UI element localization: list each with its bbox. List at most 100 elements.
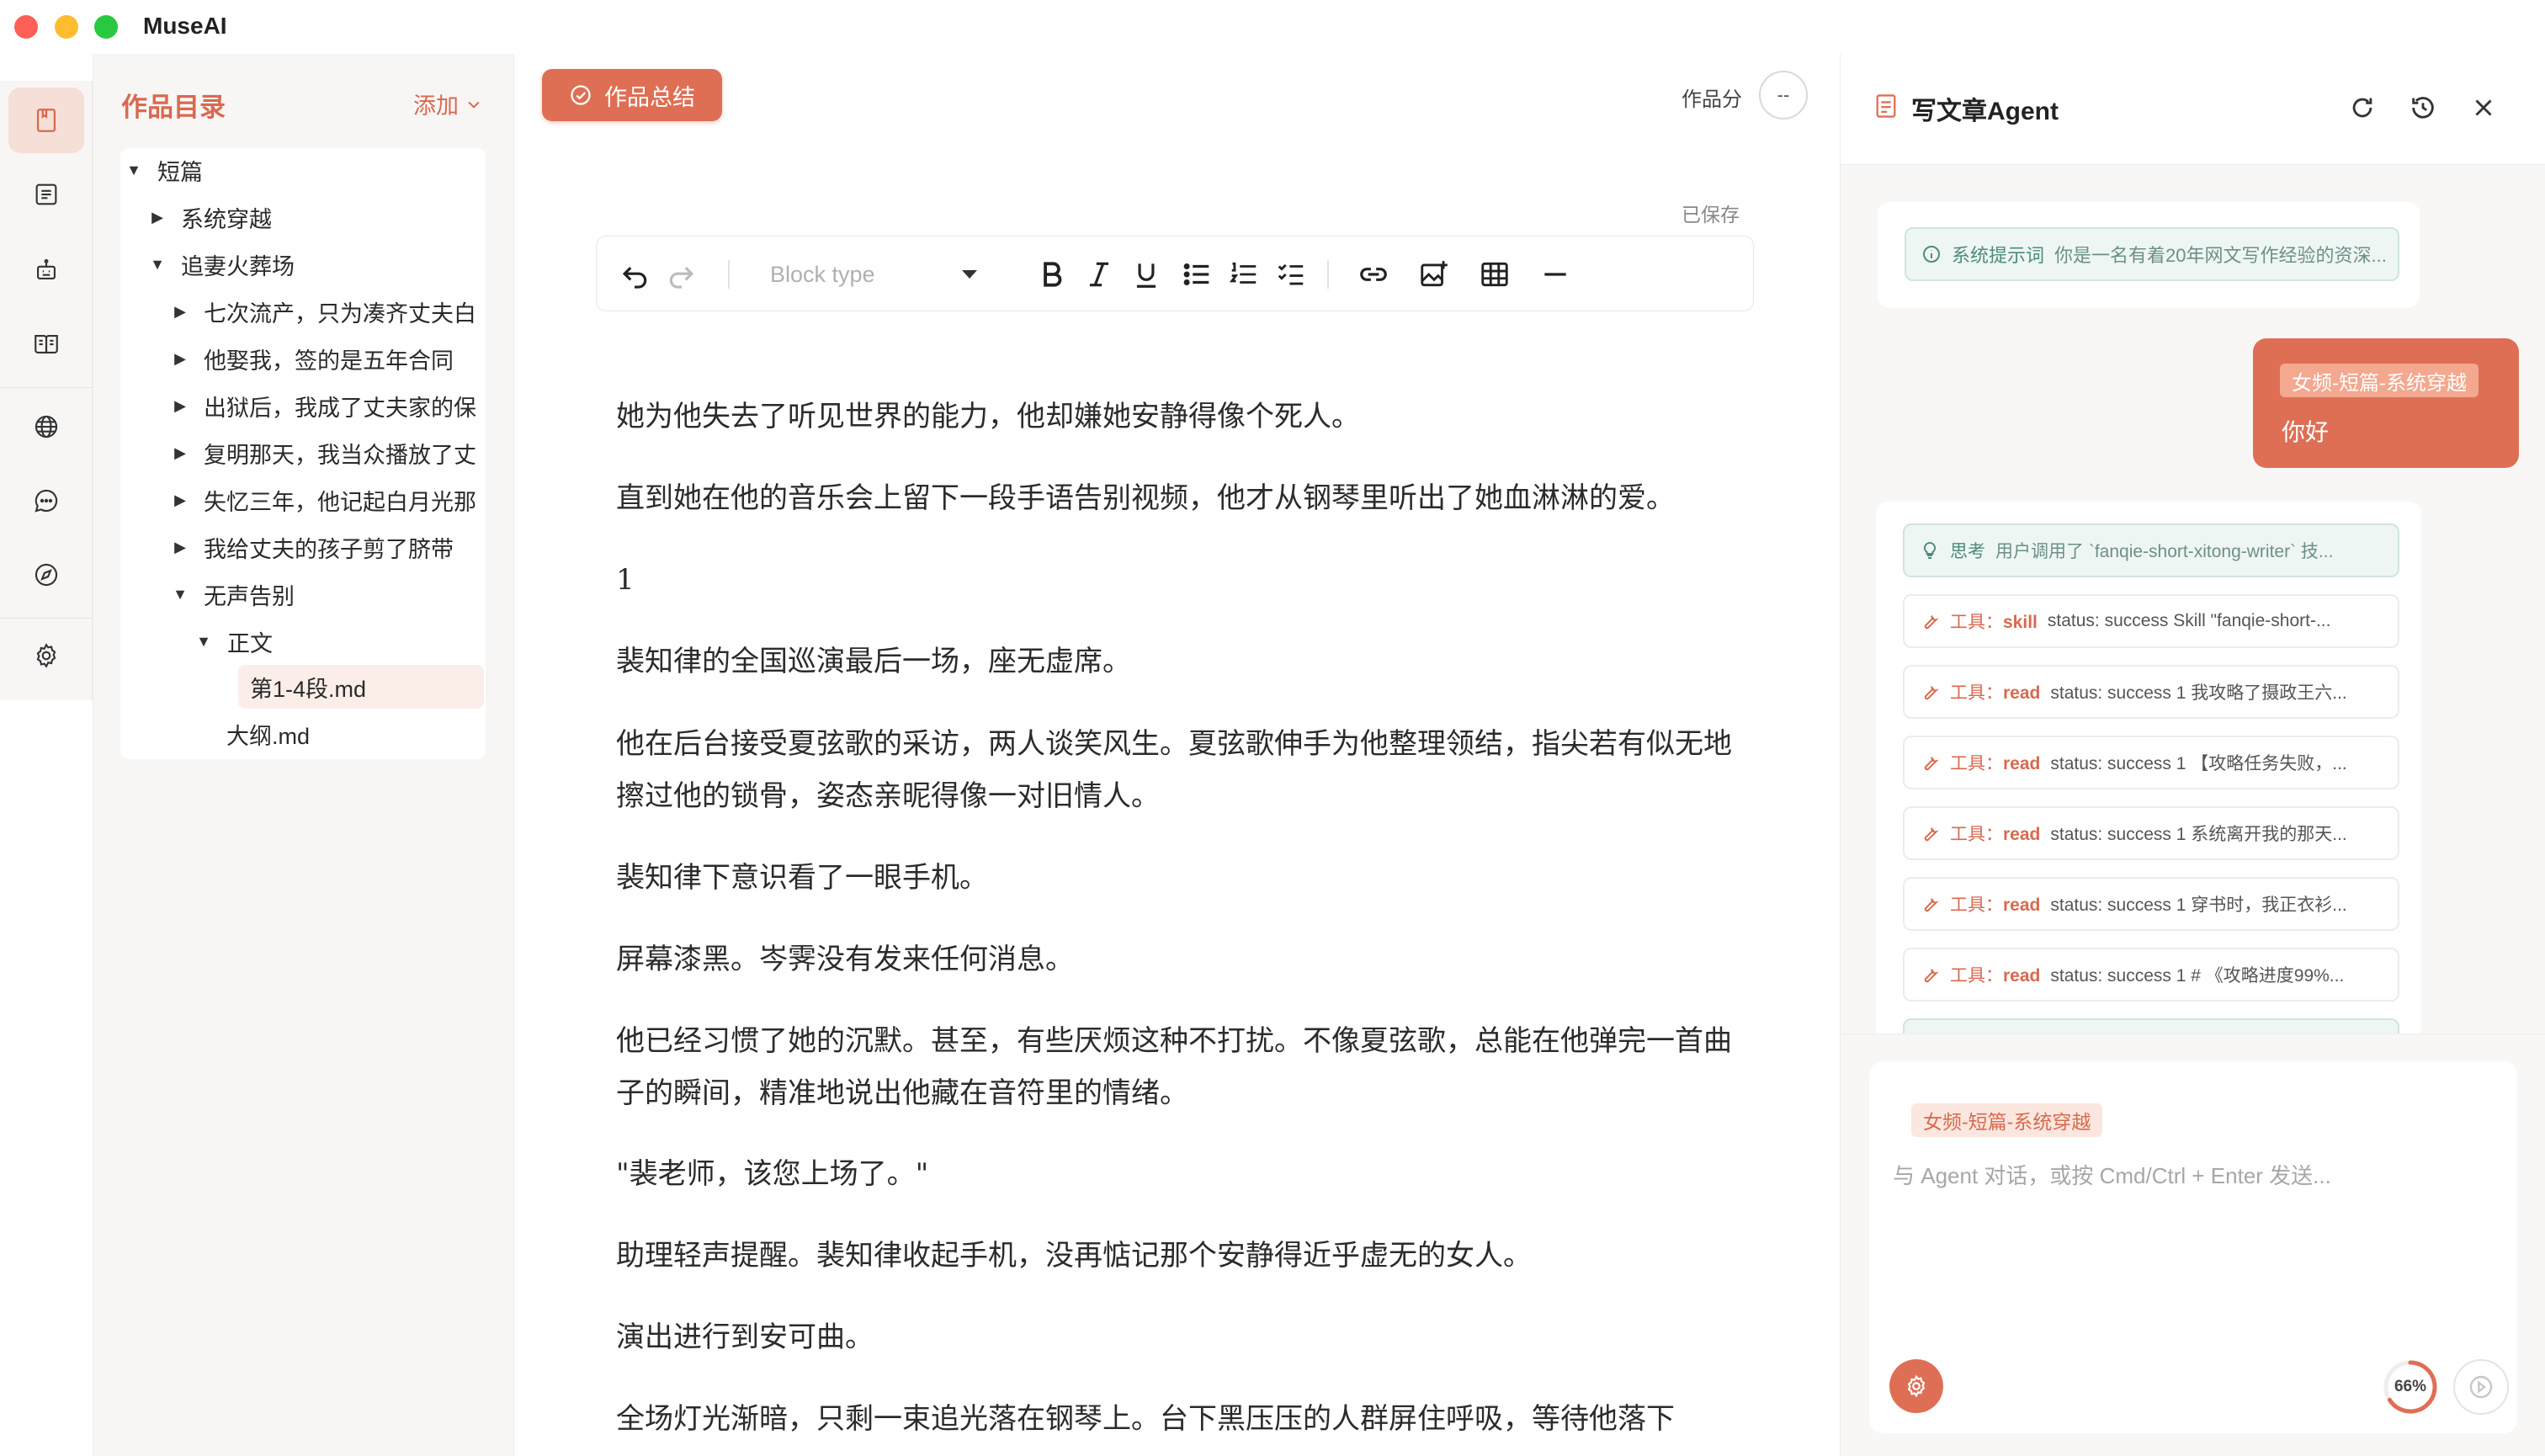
close-window-button[interactable] xyxy=(14,15,38,39)
caret-down-icon[interactable]: ▼ xyxy=(146,256,169,274)
send-button[interactable] xyxy=(2453,1359,2509,1415)
send-icon xyxy=(2469,1375,2493,1399)
paragraph[interactable]: 他在后台接受夏弦歌的采访，两人谈笑风生。夏弦歌伸手为他整理领结，指尖若有似无地擦… xyxy=(616,718,1735,822)
rail-chat-button[interactable] xyxy=(8,468,84,534)
rail-separator xyxy=(0,387,93,388)
close-panel-button[interactable] xyxy=(2467,91,2500,125)
tree-item-folder[interactable]: ▶ 他娶我，签的是五年合同 xyxy=(168,337,485,380)
gear-icon xyxy=(36,643,56,668)
paragraph[interactable]: 裴知律下意识看了一眼手机。 xyxy=(616,852,1735,904)
tree-item-folder[interactable]: ▶ 复明那天，我当众播放了丈 xyxy=(168,431,485,475)
tree-item-folder[interactable]: ▼ 无声告别 xyxy=(168,572,485,616)
user-message-text: 你好 xyxy=(2282,419,2330,445)
tool-step[interactable]: 工具：read status: success 1 我攻略了摄政王六... xyxy=(1903,665,2399,719)
redo-button[interactable] xyxy=(662,255,701,294)
block-type-placeholder: Block type xyxy=(770,261,875,287)
tree-item-folder[interactable]: ▶ 我给丈夫的孩子剪了脐带 xyxy=(168,525,485,569)
undo-button[interactable] xyxy=(615,255,654,294)
caret-down-icon[interactable]: ▼ xyxy=(122,162,146,179)
history-button[interactable] xyxy=(2406,91,2440,125)
tool-step[interactable]: 工具：read status: success 1 穿书时，我正衣衫... xyxy=(1903,877,2399,931)
link-button[interactable] xyxy=(1354,255,1393,294)
paragraph[interactable]: 全场灯光渐暗，只剩一束追光落在钢琴上。台下黑压压的人群屏住呼吸，等待他落下 xyxy=(616,1393,1735,1445)
tool-step[interactable]: 工具：read status: success 1 【攻略任务失败，... xyxy=(1903,736,2399,789)
rail-reader-button[interactable] xyxy=(8,311,84,377)
bold-icon xyxy=(1044,262,1062,287)
chat-icon xyxy=(35,489,58,513)
paragraph[interactable]: 直到她在他的音乐会上留下一段手语告别视频，他才从钢琴里听出了她血淋淋的爱。 xyxy=(616,472,1735,524)
chat-input-area: 女频-短篇-系统穿越 与 Agent 对话，或按 Cmd/Ctrl + Ente… xyxy=(1841,1034,2545,1456)
rail-web-button[interactable] xyxy=(8,394,84,460)
horizontal-rule-button[interactable] xyxy=(1536,255,1575,294)
numbered-list-button[interactable] xyxy=(1225,255,1263,294)
link-icon xyxy=(1360,268,1387,281)
paragraph[interactable]: "裴老师，该您上场了。" xyxy=(616,1148,1735,1200)
underline-button[interactable] xyxy=(1127,255,1166,294)
minimize-window-button[interactable] xyxy=(55,15,78,39)
tree-item-label: 失忆三年，他记起白月光那 xyxy=(204,489,476,515)
rail-works-button[interactable] xyxy=(8,88,84,153)
tool-step[interactable]: 工具：read status: success 1 # 《攻略进度99%... xyxy=(1903,948,2399,1002)
caret-down-icon[interactable]: ▼ xyxy=(168,586,192,603)
chat-input[interactable]: 与 Agent 对话，或按 Cmd/Ctrl + Enter 发送... xyxy=(1893,1159,2331,1190)
step-tool-name: read xyxy=(2003,895,2041,915)
caret-right-icon[interactable]: ▶ xyxy=(146,209,169,226)
agent-settings-button[interactable] xyxy=(1889,1359,1943,1413)
paragraph[interactable]: 演出进行到安可曲。 xyxy=(616,1311,1735,1363)
caret-right-icon[interactable]: ▶ xyxy=(168,350,192,368)
add-button[interactable]: 添加 xyxy=(413,88,482,120)
wrench-icon xyxy=(1924,757,1939,771)
system-prompt-pill[interactable]: 系统提示词 你是一名有着20年网文写作经验的资深... xyxy=(1905,227,2399,281)
table-button[interactable] xyxy=(1475,255,1514,294)
file-tree: ▼ 短篇 ▶ 系统穿越 ▼ 追妻火葬场 ▶ 七次流产，只为凑齐丈夫白 ▶ 他娶我，签的是五… xyxy=(120,148,486,759)
tree-item-folder[interactable]: ▶ 出狱后，我成了丈夫家的保 xyxy=(168,384,485,428)
caret-right-icon[interactable]: ▶ xyxy=(168,444,192,462)
paragraph[interactable]: 他已经习惯了她的沉默。甚至，有些厌烦这种不打扰。不像夏弦歌，总能在他弹完一首曲子… xyxy=(616,1015,1735,1119)
block-type-select[interactable]: Block type xyxy=(755,252,994,297)
tree-item-file[interactable]: 大纲.md xyxy=(226,712,479,756)
paragraph[interactable]: 1 xyxy=(616,554,1735,606)
paragraph[interactable]: 屏幕漆黑。岑霁没有发来任何消息。 xyxy=(616,933,1735,986)
paragraph[interactable]: 助理轻声提醒。裴知律收起手机，没再惦记那个安静得近乎虚无的女人。 xyxy=(616,1230,1735,1282)
summary-button-label: 作品总结 xyxy=(604,84,695,110)
tree-item-folder[interactable]: ▼ 正文 xyxy=(192,619,485,663)
caret-right-icon[interactable]: ▶ xyxy=(168,539,192,556)
undo-icon xyxy=(622,266,647,289)
checklist-button[interactable] xyxy=(1272,255,1310,294)
tool-step[interactable]: 工具：read status: success 1 系统离开我的那天... xyxy=(1903,806,2399,860)
chat-input-card[interactable]: 女频-短篇-系统穿越 与 Agent 对话，或按 Cmd/Ctrl + Ente… xyxy=(1869,1061,2517,1433)
rail-character-button[interactable] xyxy=(8,237,84,303)
bold-button[interactable] xyxy=(1033,255,1071,294)
image-button[interactable] xyxy=(1415,255,1453,294)
tree-item-folder[interactable]: ▶ 系统穿越 xyxy=(146,195,482,239)
italic-icon xyxy=(1089,262,1109,287)
caret-right-icon[interactable]: ▶ xyxy=(168,397,192,415)
caret-down-icon[interactable]: ▼ xyxy=(192,633,215,651)
rail-settings-button[interactable] xyxy=(8,623,84,688)
refresh-button[interactable] xyxy=(2346,91,2379,125)
table-icon xyxy=(1481,262,1508,287)
summary-button[interactable]: 作品总结 xyxy=(542,69,722,121)
tree-item-file-selected[interactable]: 第1-4段.md xyxy=(238,665,484,709)
thinking-step[interactable]: 思考 用户调用了 `fanqie-short-xitong-writer` 技.… xyxy=(1903,523,2399,577)
rail-explore-button[interactable] xyxy=(8,542,84,608)
tree-item-folder[interactable]: ▼ 短篇 xyxy=(122,148,484,192)
tool-step[interactable]: 工具：skill status: success Skill "fanqie-s… xyxy=(1903,594,2399,648)
tree-item-folder[interactable]: ▼ 追妻火葬场 xyxy=(146,242,482,286)
caret-right-icon[interactable]: ▶ xyxy=(168,303,192,321)
caret-right-icon[interactable]: ▶ xyxy=(168,492,192,509)
zoom-window-button[interactable] xyxy=(94,15,118,39)
bullet-list-button[interactable] xyxy=(1177,255,1216,294)
rail-outline-button[interactable] xyxy=(8,162,84,227)
tree-item-folder[interactable]: ▶ 七次流产，只为凑齐丈夫白 xyxy=(168,290,485,333)
rail-separator xyxy=(0,618,93,619)
file-tree-panel: 作品目录 添加 ▼ 短篇 ▶ 系统穿越 ▼ 追妻火葬场 ▶ 七次流产，只为凑齐丈夫白 ▶… xyxy=(93,54,514,1456)
step-tool-name: read xyxy=(2003,966,2041,986)
italic-button[interactable] xyxy=(1080,255,1118,294)
paragraph[interactable]: 她为他失去了听见世界的能力，他却嫌她安静得像个死人。 xyxy=(616,391,1735,443)
input-genre-tag[interactable]: 女频-短篇-系统穿越 xyxy=(1911,1103,2103,1137)
numbered-list-icon xyxy=(1229,262,1257,284)
paragraph[interactable]: 裴知律的全国巡演最后一场，座无虚席。 xyxy=(616,635,1735,688)
add-button-label: 添加 xyxy=(413,93,459,119)
tree-item-folder[interactable]: ▶ 失忆三年，他记起白月光那 xyxy=(168,478,485,522)
